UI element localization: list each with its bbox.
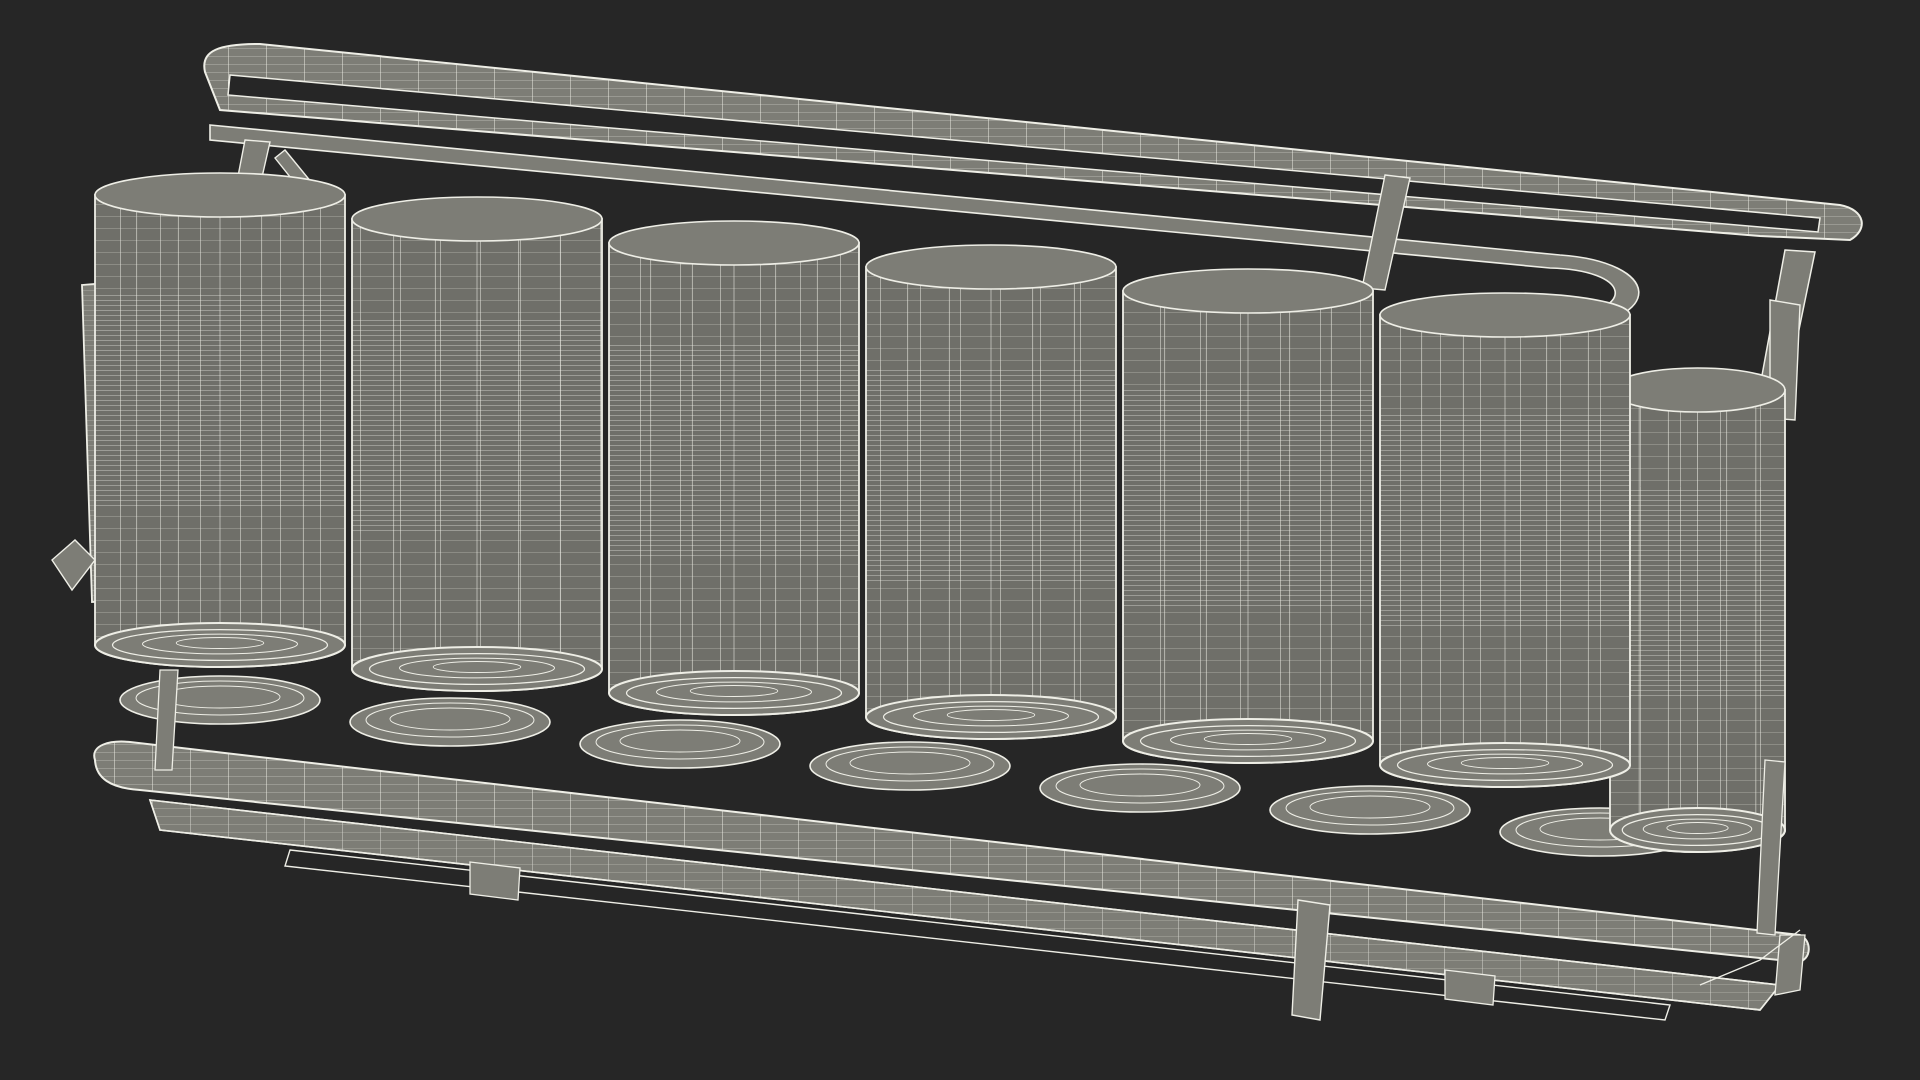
front-can-1 (94, 172, 346, 668)
back-can-1 (119, 675, 321, 725)
front-can-7 (1609, 367, 1786, 853)
back-can-5 (1039, 763, 1241, 813)
wireframe-render (51, 42, 1863, 1021)
front-can-6 (1379, 292, 1631, 788)
render-viewport (0, 0, 1920, 1080)
back-can-4 (809, 741, 1011, 791)
front-can-5 (1122, 268, 1374, 764)
back-can-3 (579, 719, 781, 769)
front-can-2 (351, 196, 603, 692)
front-can-4 (865, 244, 1117, 740)
back-can-2 (349, 697, 551, 747)
back-can-6 (1269, 785, 1471, 835)
front-can-3 (608, 220, 860, 716)
